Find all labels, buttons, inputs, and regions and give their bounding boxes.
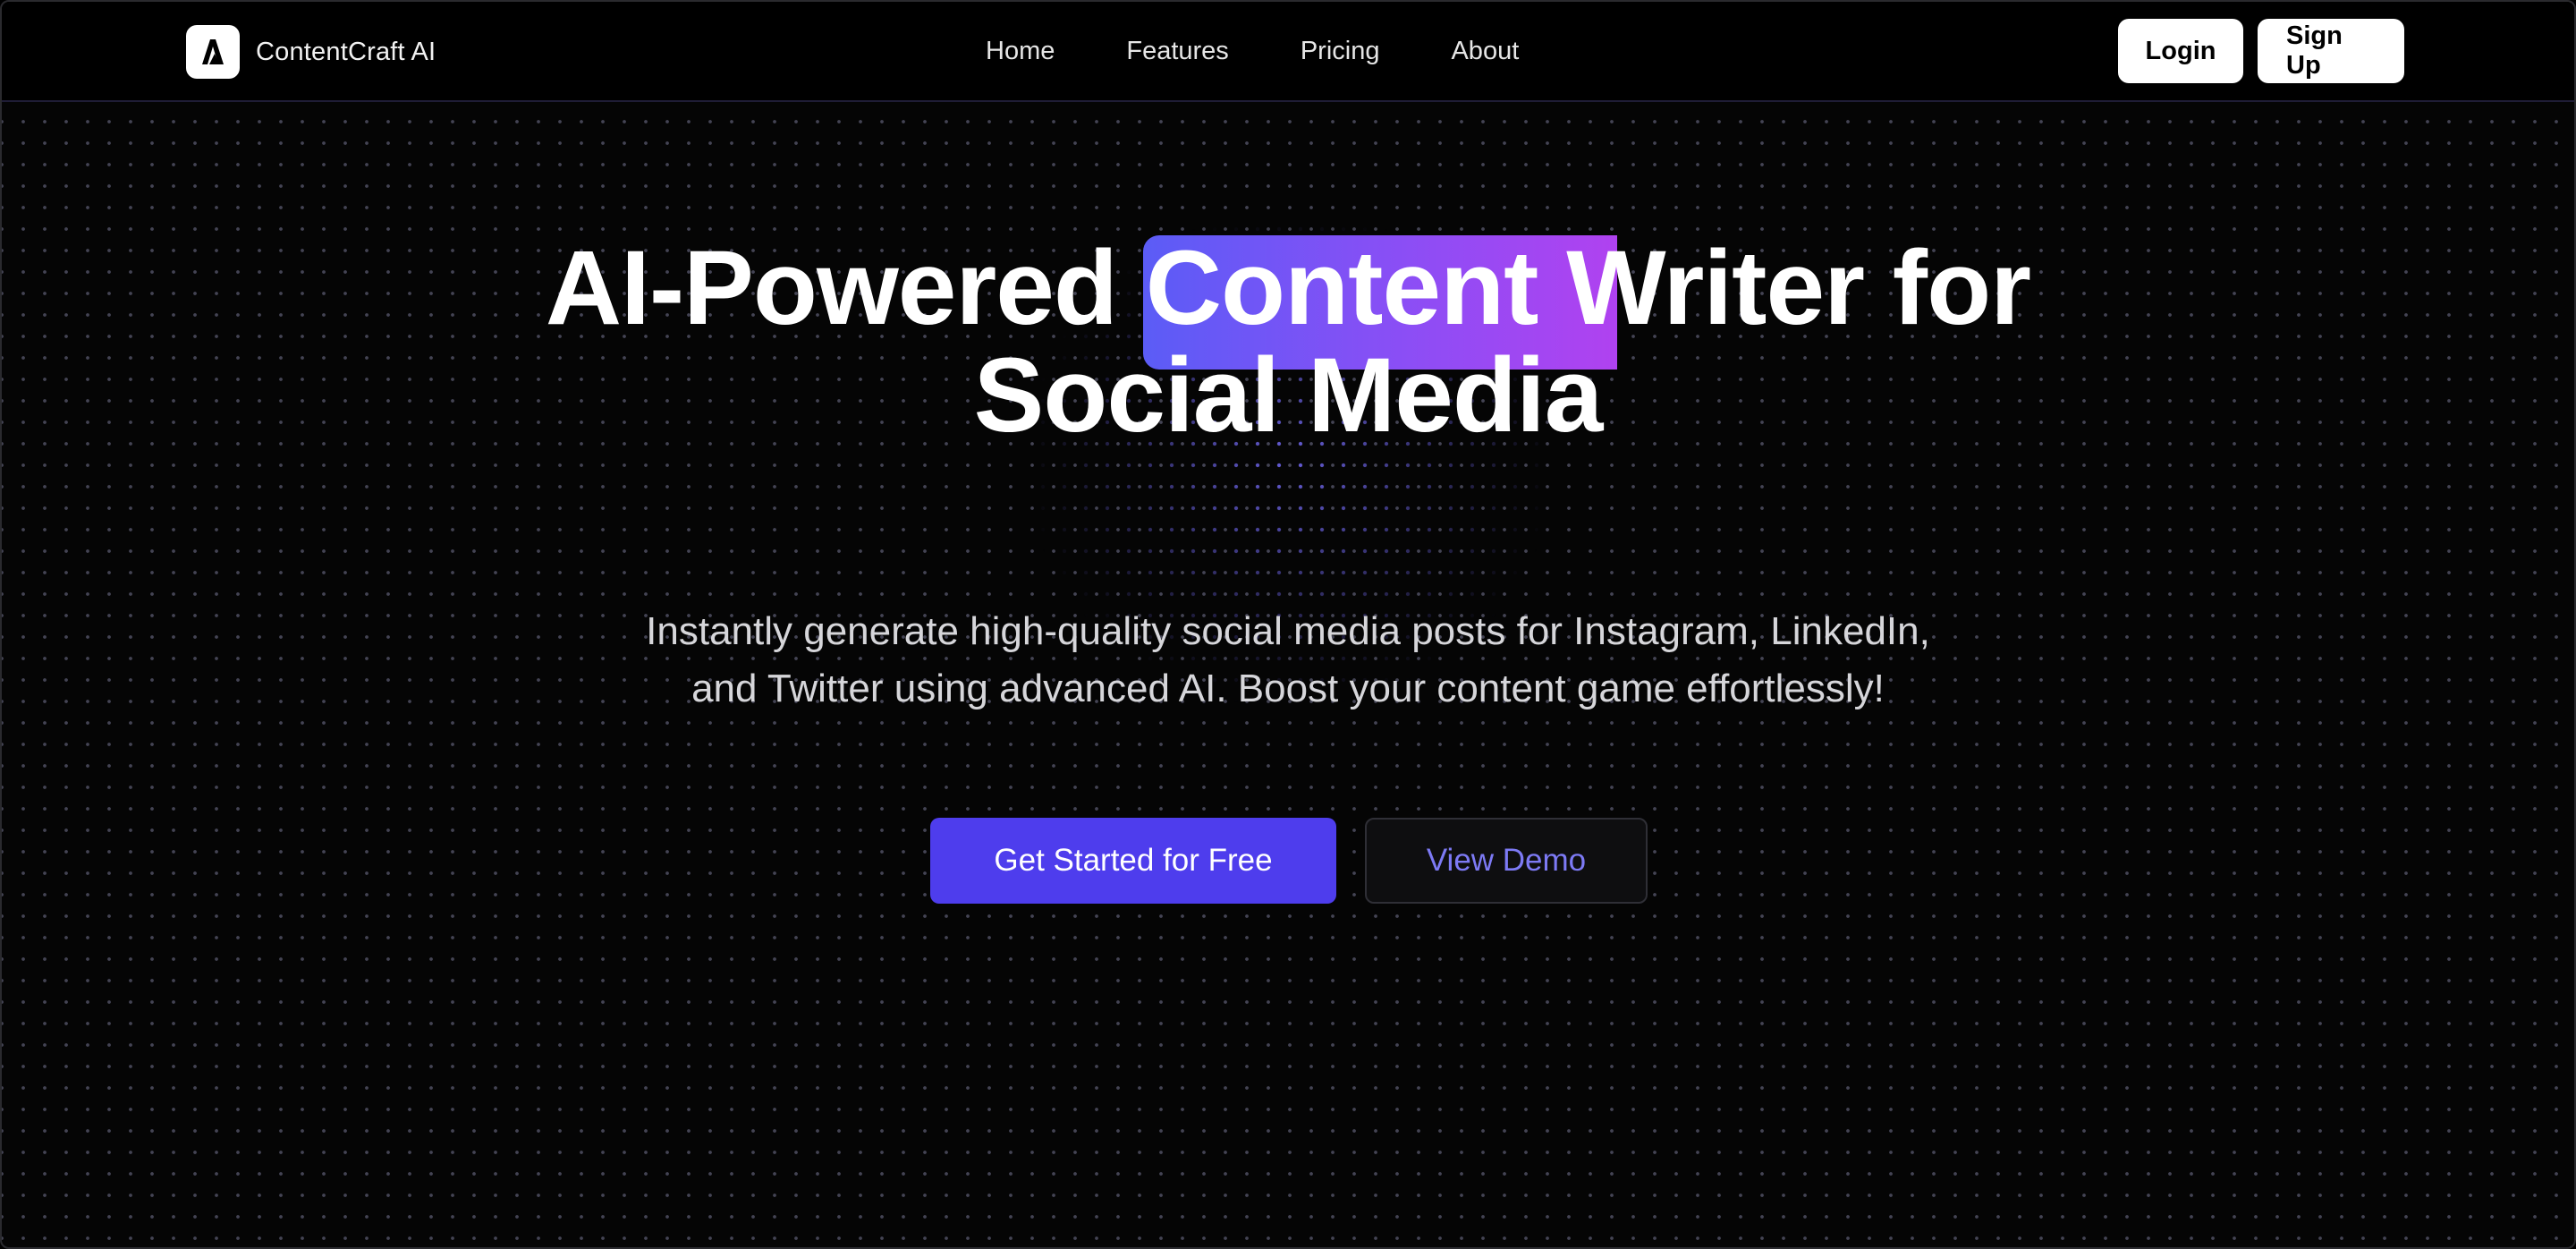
logo-a-icon bbox=[186, 25, 240, 79]
hero-title: AI-Powered Content Writer for Social Med… bbox=[2, 234, 2574, 449]
login-button[interactable]: Login bbox=[2118, 19, 2243, 83]
nav-home[interactable]: Home bbox=[986, 37, 1055, 66]
auth-buttons: Login Sign Up bbox=[2104, 19, 2404, 83]
get-started-button[interactable]: Get Started for Free bbox=[930, 818, 1336, 904]
brand-name: ContentCraft AI bbox=[256, 37, 436, 66]
nav-features[interactable]: Features bbox=[1126, 37, 1228, 66]
hero-title-line-2: Social Media bbox=[973, 336, 1604, 455]
browser-frame: ContentCraft AI Home Features Pricing Ab… bbox=[0, 0, 2576, 1249]
nav-pricing[interactable]: Pricing bbox=[1301, 37, 1380, 66]
hero-subtitle-line-1: Instantly generate high-quality social m… bbox=[646, 609, 1930, 653]
top-navbar: ContentCraft AI Home Features Pricing Ab… bbox=[2, 2, 2574, 102]
nav-about[interactable]: About bbox=[1451, 37, 1519, 66]
cta-row: Get Started for Free View Demo bbox=[930, 818, 1648, 904]
hero-subtitle-line-2: and Twitter using advanced AI. Boost you… bbox=[691, 667, 1885, 710]
view-demo-button[interactable]: View Demo bbox=[1365, 818, 1648, 904]
brand[interactable]: ContentCraft AI bbox=[186, 24, 436, 80]
main-nav: Home Features Pricing About bbox=[986, 2, 1590, 100]
hero-subtitle: Instantly generate high-quality social m… bbox=[2, 603, 2574, 718]
hero-title-line-1: AI-Powered Content Writer for bbox=[545, 229, 2031, 347]
signup-button[interactable]: Sign Up bbox=[2258, 19, 2404, 83]
